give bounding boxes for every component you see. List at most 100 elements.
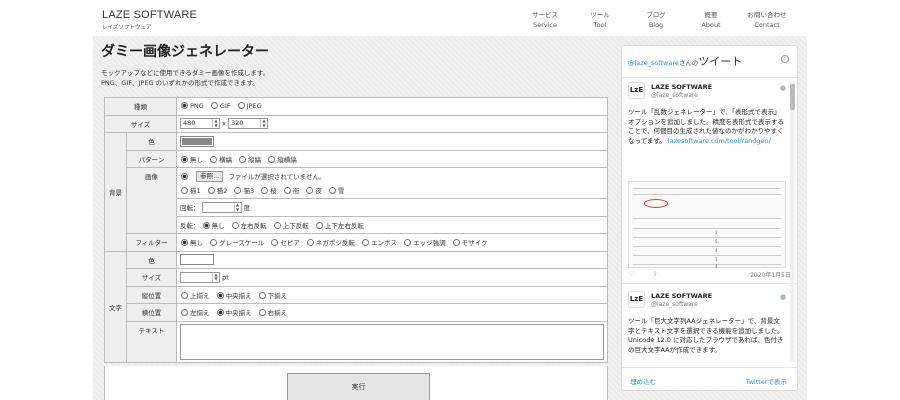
filter-grayscale-radio[interactable]: グレースケール <box>209 237 264 247</box>
tweet-author-name[interactable]: LAZE SOFTWARE <box>651 83 712 91</box>
image-file-radio[interactable] <box>180 172 190 181</box>
halign-options: 左揃え 中央揃え 右揃え <box>176 303 608 322</box>
flip-label: 反転： <box>180 221 200 230</box>
flip-vertical-radio[interactable]: 上下反転 <box>273 220 309 230</box>
background-group-label: 背景 <box>104 132 127 252</box>
nav-blog[interactable]: ブログ Blog <box>631 9 681 29</box>
bg-color-picker[interactable] <box>180 135 214 147</box>
twitter-header: @laze_softwareさんのツイート <box>628 55 743 68</box>
filter-none-radio[interactable]: 無し <box>180 237 203 247</box>
size-label: サイズ <box>104 114 177 133</box>
tweet-author-name[interactable]: LAZE SOFTWARE <box>651 292 712 300</box>
pattern-grid-radio[interactable]: 縦横縞 <box>267 154 297 164</box>
site-logo[interactable]: LAZE SOFTWARE <box>102 9 197 21</box>
text-group-label: 文字 <box>104 250 127 363</box>
filter-emboss-radio[interactable]: エンボス <box>361 237 397 247</box>
embed-link[interactable]: 埋め込む <box>630 376 656 386</box>
scrollbar[interactable] <box>790 82 795 362</box>
valign-middle-radio[interactable]: 中央揃え <box>216 290 252 300</box>
halign-right-radio[interactable]: 右揃え <box>258 307 287 317</box>
halign-left-radio[interactable]: 左揃え <box>180 307 210 317</box>
flip-horizontal-radio[interactable]: 左右反転 <box>231 220 267 230</box>
heart-icon[interactable]: ♡ <box>629 270 635 278</box>
nav-about[interactable]: 概要 About <box>686 9 736 29</box>
type-png-radio[interactable]: PNG <box>180 102 204 110</box>
valign-bottom-radio[interactable]: 下揃え <box>258 290 287 300</box>
halign-center-radio[interactable]: 中央揃え <box>216 307 252 317</box>
stock-night-radio[interactable]: 夜 <box>305 185 322 195</box>
size-separator: x <box>222 119 226 128</box>
page-title: ダミー画像ジェネレーター <box>101 44 269 60</box>
text-label: テキスト <box>126 320 177 363</box>
rotate-input[interactable]: ▲ ▼ <box>201 202 242 213</box>
page-description: モックアップなどに使用できるダミー画像を作成します。 PNG、GIF、JPEG … <box>101 69 270 87</box>
text-color-picker[interactable] <box>180 254 214 266</box>
text-size-unit: pt <box>222 273 229 282</box>
submit-row: 実行 <box>104 366 608 400</box>
type-label: 種類 <box>104 97 177 116</box>
tweet-link[interactable]: lazesoftware.com/tool/randgen/ <box>668 137 771 145</box>
filter-edge-radio[interactable]: エッジ強調 <box>403 237 446 247</box>
tweet-date[interactable]: 2020年1月5日 <box>750 270 791 279</box>
flip-both-radio[interactable]: 上下左右反転 <box>315 220 364 230</box>
flip-none-radio[interactable]: 無し <box>202 220 225 230</box>
text-input[interactable] <box>180 323 604 360</box>
stock-cat1-radio[interactable]: 猫1 <box>180 185 201 195</box>
filter-label: フィルター <box>126 233 177 252</box>
filter-negative-radio[interactable]: ネガポジ反転 <box>306 237 355 247</box>
browse-button[interactable]: 参照... <box>196 171 224 183</box>
view-on-twitter-link[interactable]: Twitterで表示 <box>746 376 787 386</box>
rotate-label: 回転： <box>180 203 200 212</box>
stock-snow-radio[interactable]: 雪 <box>328 185 344 195</box>
image-label: 画像 <box>126 167 177 234</box>
type-jpeg-radio[interactable]: JPEG <box>237 102 262 110</box>
tweet-image[interactable]: 2 5 4 1 4 <box>628 181 786 269</box>
stock-cat3-radio[interactable]: 猫3 <box>233 185 254 195</box>
type-gif-radio[interactable]: GIF <box>210 102 231 110</box>
info-icon[interactable]: i <box>781 55 789 63</box>
avatar[interactable]: LzE <box>628 82 645 99</box>
height-input[interactable]: 320 ▲ ▼ <box>228 118 269 130</box>
tweet-author-handle[interactable]: @laze_software <box>651 92 698 99</box>
filter-sepia-radio[interactable]: セピア <box>270 237 300 247</box>
tweet-image-number: 5 <box>715 239 718 244</box>
width-input[interactable]: 480 ▲ ▼ <box>180 118 220 130</box>
avatar[interactable]: LzE <box>628 291 645 308</box>
text-color-label: 色 <box>126 250 177 269</box>
text-size-row: ▲ ▼ pt <box>176 268 608 287</box>
share-icon[interactable]: ⇪ <box>652 270 658 278</box>
bg-color-label: 色 <box>126 132 177 151</box>
main-content: ダミー画像ジェネレーター モックアップなどに使用できるダミー画像を作成します。 … <box>96 36 616 400</box>
twitter-bird-icon: ● <box>779 293 786 301</box>
tweet-text: ツール「巨大文字列AAジェネレーター」で、背景文字とテキスト文字を選択できる機能… <box>628 317 784 354</box>
text-size-label: サイズ <box>126 268 177 287</box>
main-nav: サービス Service ツール Tool ブログ Blog 概要 About お問い合… <box>520 9 800 33</box>
filter-mosaic-radio[interactable]: モザイク <box>452 237 488 247</box>
stock-sakura-radio[interactable]: 桜 <box>260 185 277 195</box>
flip-row: 反転： 無し 左右反転 上下反転 上下左右反転 <box>176 215 608 234</box>
filter-options: 無し グレースケール セピア ネガポジ反転 エンボス エッジ強調 モザイク <box>176 233 608 252</box>
pattern-vertical-radio[interactable]: 縦縞 <box>238 154 261 164</box>
pattern-none-radio[interactable]: 無し <box>180 154 203 164</box>
stock-cat2-radio[interactable]: 猫2 <box>207 185 227 195</box>
twitter-timeline: @laze_softwareさんのツイート i LzE LAZE SOFTWAR… <box>621 45 798 391</box>
nav-contact[interactable]: お問い合わせ Contact <box>742 9 792 29</box>
twitter-bird-icon: ● <box>779 84 786 92</box>
submit-button[interactable]: 実行 <box>287 373 430 400</box>
valign-top-radio[interactable]: 上揃え <box>180 290 210 300</box>
size-fields: 480 ▲ ▼ x 320 ▲ ▼ <box>176 114 608 133</box>
pattern-horizontal-radio[interactable]: 横縞 <box>209 154 232 164</box>
text-size-input[interactable]: ▲ ▼ <box>180 271 220 283</box>
site-logo-subtitle: レイズソフトウェア <box>102 25 152 31</box>
scrollbar-thumb[interactable] <box>790 84 795 110</box>
rotate-row: 回転： ▲ ▼ 度 <box>176 198 608 217</box>
nav-service[interactable]: サービス Service <box>520 9 570 29</box>
stock-city-radio[interactable]: 街 <box>283 185 299 195</box>
rotate-unit: 度 <box>243 203 251 212</box>
nav-tool[interactable]: ツール Tool <box>575 9 625 29</box>
image-source: 参照... ファイルが選択されていません。 猫1 猫2 猫3 桜 街 夜 雪 <box>176 167 608 199</box>
tweet-author-handle[interactable]: @laze_software <box>651 301 698 308</box>
type-options: PNG GIF JPEG <box>176 97 608 116</box>
tweet-image-number: 1 <box>715 257 718 262</box>
twitter-handle-link[interactable]: @laze_software <box>628 59 679 67</box>
